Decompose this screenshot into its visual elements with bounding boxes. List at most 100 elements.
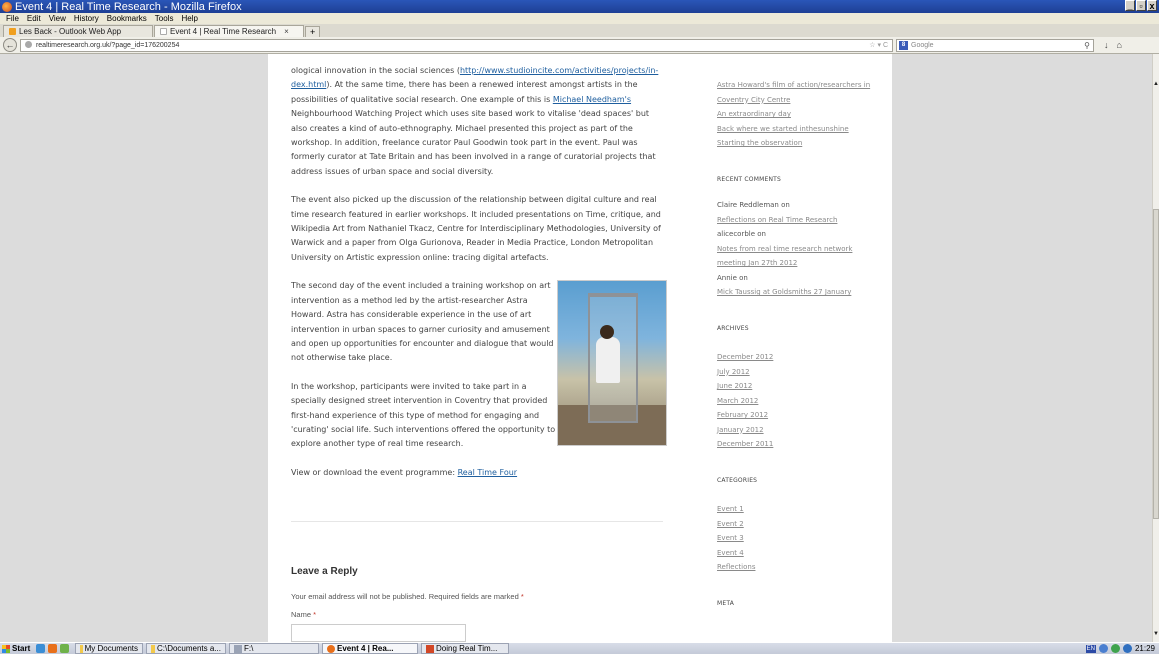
archive-link[interactable]: March 2012 [717, 394, 877, 409]
back-button[interactable]: ← [3, 38, 17, 52]
article-paragraph: ological innovation in the social scienc… [291, 64, 667, 179]
drive-icon [234, 644, 242, 653]
security-icon[interactable] [1110, 644, 1120, 653]
name-label: Name * [291, 610, 316, 619]
reply-note: Your email address will not be published… [291, 592, 524, 601]
start-button[interactable]: Start [0, 643, 36, 654]
network-icon[interactable] [1098, 644, 1108, 653]
recent-post-link[interactable]: An extraordinary day [717, 107, 877, 122]
comment-item: Annie on Mick Taussig at Goldsmiths 27 J… [717, 271, 877, 300]
ie-icon[interactable] [36, 644, 45, 653]
folder-icon [151, 644, 155, 653]
paragraph-text: Neighbourhood Watching Project which use… [291, 109, 656, 176]
tab-close-icon[interactable]: × [284, 27, 289, 36]
menu-edit[interactable]: Edit [27, 14, 41, 23]
vertical-scrollbar[interactable]: ▲ ▼ [1152, 54, 1159, 642]
comment-on: on [736, 273, 748, 282]
scrollbar-thumb[interactable] [1153, 209, 1159, 519]
menu-history[interactable]: History [74, 14, 99, 23]
folder-icon [80, 644, 83, 653]
category-link[interactable]: Reflections [717, 560, 877, 575]
programme-link[interactable]: Real Time Four [458, 468, 517, 477]
menu-view[interactable]: View [49, 14, 66, 23]
menu-file[interactable]: File [6, 14, 19, 23]
comment-post-link[interactable]: Reflections on Real Time Research [717, 213, 877, 228]
url-bar[interactable]: realtimeresearch.org.uk/?page_id=1762002… [20, 38, 893, 52]
system-tray: EN 21:29 [1085, 643, 1159, 654]
search-engine-icon[interactable]: 8 [899, 40, 908, 50]
navigation-bar: ← realtimeresearch.org.uk/?page_id=17620… [0, 37, 1159, 54]
firefox-icon [2, 1, 12, 12]
comment-author: Annie [717, 273, 737, 282]
tab-event4[interactable]: Event 4 | Real Time Research × [154, 25, 304, 37]
home-icon[interactable]: ⌂ [1117, 40, 1122, 50]
required-mark: * [520, 592, 524, 601]
menu-bookmarks[interactable]: Bookmarks [107, 14, 147, 23]
url-bar-controls[interactable]: ☆ ▾ C [869, 40, 888, 51]
taskbar-item-drive-f[interactable]: F:\ [229, 643, 319, 654]
archive-link[interactable]: December 2012 [717, 350, 877, 365]
taskbar-item-powerpoint[interactable]: Doing Real Tim... [421, 643, 509, 654]
archives-heading: ARCHIVES [717, 324, 749, 332]
michael-needham-link[interactable]: Michael Needham's [553, 95, 631, 104]
meta-heading: META [717, 599, 735, 607]
archive-link[interactable]: December 2011 [717, 437, 877, 452]
close-button[interactable]: x [1147, 0, 1157, 11]
task-label: F:\ [244, 644, 254, 653]
taskbar-item-documents[interactable]: C:\Documents a... [146, 643, 226, 654]
recent-comments-heading: RECENT COMMENTS [717, 175, 782, 183]
archive-link[interactable]: February 2012 [717, 408, 877, 423]
category-link[interactable]: Event 1 [717, 502, 877, 517]
recent-post-link[interactable]: Starting the observation [717, 136, 877, 151]
archive-link[interactable]: June 2012 [717, 379, 877, 394]
explorer-quick-icon[interactable] [60, 644, 69, 653]
category-link[interactable]: Event 2 [717, 517, 877, 532]
comment-post-link[interactable]: Mick Taussig at Goldsmiths 27 January [717, 285, 877, 300]
search-icon[interactable]: ⚲ [1084, 40, 1090, 51]
firefox-quick-icon[interactable] [48, 644, 57, 653]
new-tab-button[interactable]: + [305, 26, 321, 37]
name-input[interactable] [291, 624, 466, 642]
menu-help[interactable]: Help [181, 14, 197, 23]
comment-post-link[interactable]: Notes from real time research network me… [717, 242, 877, 271]
recent-post-link[interactable]: Astra Howard's film of action/researcher… [717, 78, 877, 107]
category-link[interactable]: Event 3 [717, 531, 877, 546]
required-mark: * [313, 610, 317, 619]
downloads-icon[interactable]: ↓ [1104, 40, 1109, 50]
clock[interactable]: 21:29 [1135, 644, 1155, 653]
site-identity-icon[interactable] [25, 41, 32, 49]
comment-on: on [755, 230, 766, 238]
search-bar[interactable]: 8 Google ⚲ [896, 38, 1094, 52]
quick-launch [36, 644, 69, 653]
language-indicator[interactable]: EN [1085, 644, 1096, 653]
outlook-icon [9, 28, 16, 35]
minimize-button[interactable]: _ [1125, 0, 1135, 11]
comment-item: alicecorble on Notes from real time rese… [717, 227, 877, 271]
task-label: Doing Real Tim... [436, 644, 498, 653]
divider [291, 521, 663, 522]
archive-link[interactable]: January 2012 [717, 423, 877, 438]
paragraph-text: View or download the event programme: [291, 467, 458, 477]
scroll-down-arrow-icon[interactable]: ▼ [1153, 630, 1159, 638]
recent-post-link[interactable]: Back where we started inthesunshine [717, 122, 877, 137]
archive-link[interactable]: July 2012 [717, 365, 877, 380]
window-title-bar[interactable]: Event 4 | Real Time Research - Mozilla F… [0, 0, 1159, 13]
category-link[interactable]: Event 4 [717, 546, 877, 561]
taskbar-item-firefox[interactable]: Event 4 | Rea... [322, 643, 418, 654]
windows-flag-icon [2, 644, 10, 653]
tab-outlook[interactable]: Les Back - Outlook Web App [3, 25, 153, 37]
comment-author: alicecorble [717, 230, 756, 238]
task-label: My Documents [84, 644, 138, 653]
workshop-photo[interactable] [557, 280, 667, 446]
restore-button[interactable]: ▫ [1136, 0, 1146, 11]
windows-taskbar: Start My Documents C:\Documents a... F:\… [0, 642, 1159, 654]
menu-tools[interactable]: Tools [155, 14, 174, 23]
scroll-up-arrow-icon[interactable]: ▲ [1153, 80, 1159, 88]
start-label: Start [12, 644, 31, 653]
reply-heading: Leave a Reply [291, 566, 358, 577]
taskbar-item-my-documents[interactable]: My Documents [75, 643, 143, 654]
volume-icon[interactable] [1122, 644, 1132, 653]
comment-author: Claire Reddleman [717, 201, 779, 209]
tab-bar: Les Back - Outlook Web App Event 4 | Rea… [0, 24, 1159, 37]
window-controls: _ ▫ x [1125, 0, 1157, 11]
